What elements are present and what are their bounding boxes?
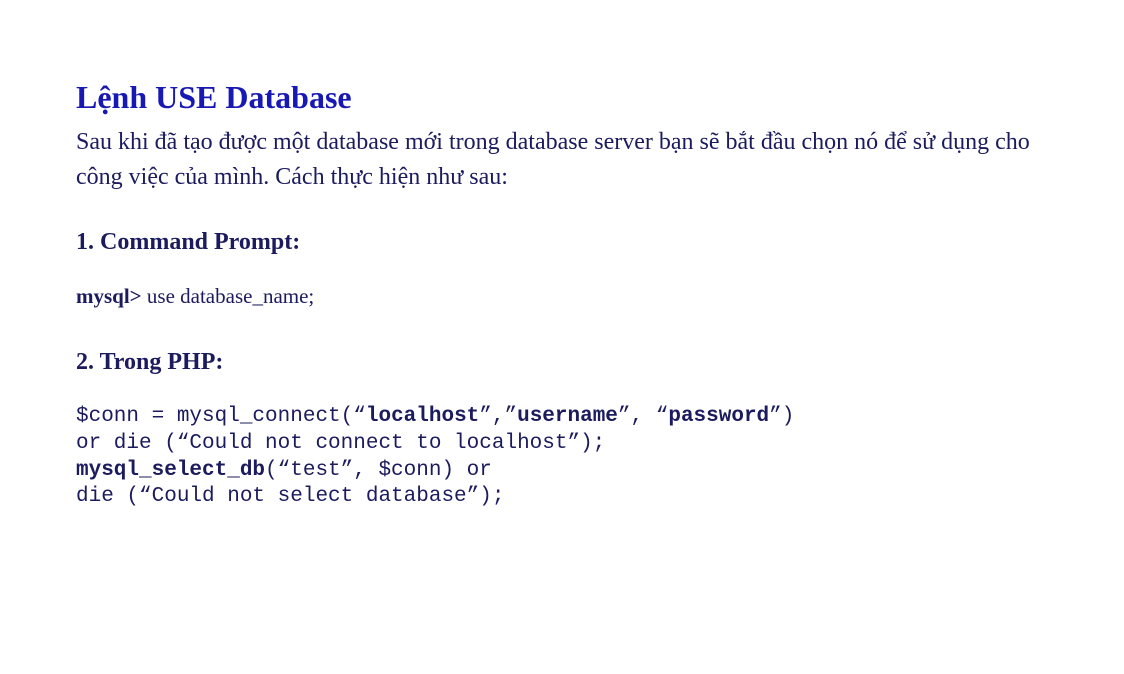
code-param-localhost: localhost [366, 405, 479, 428]
mysql-prompt-line: mysql> use database_name; [76, 284, 1048, 309]
code-text: ”) [769, 405, 794, 428]
code-text: ”,” [479, 405, 517, 428]
code-param-username: username [517, 405, 618, 428]
php-code-block: $conn = mysql_connect(“localhost”,”usern… [76, 404, 1048, 512]
section-heading-php: 2. Trong PHP: [76, 349, 1048, 376]
page-title: Lệnh USE Database [76, 80, 1048, 115]
code-func-select-db: mysql_select_db [76, 459, 265, 482]
code-param-password: password [668, 405, 769, 428]
code-text: ”, “ [618, 405, 668, 428]
code-line-or-die-connect: or die (“Could not connect to localhost”… [76, 432, 605, 455]
intro-paragraph: Sau khi đã tạo được một database mới tro… [76, 125, 1048, 195]
mysql-prompt-prefix: mysql> [76, 284, 142, 308]
code-text: (“test”, $conn) or [265, 459, 492, 482]
section-heading-command-prompt: 1. Command Prompt: [76, 229, 1048, 256]
code-line-or-die-select: die (“Could not select database”); [76, 485, 504, 508]
document-page: Lệnh USE Database Sau khi đã tạo được mộ… [0, 0, 1124, 511]
code-text: $conn = mysql_connect(“ [76, 405, 366, 428]
mysql-prompt-command: use database_name; [142, 284, 315, 308]
